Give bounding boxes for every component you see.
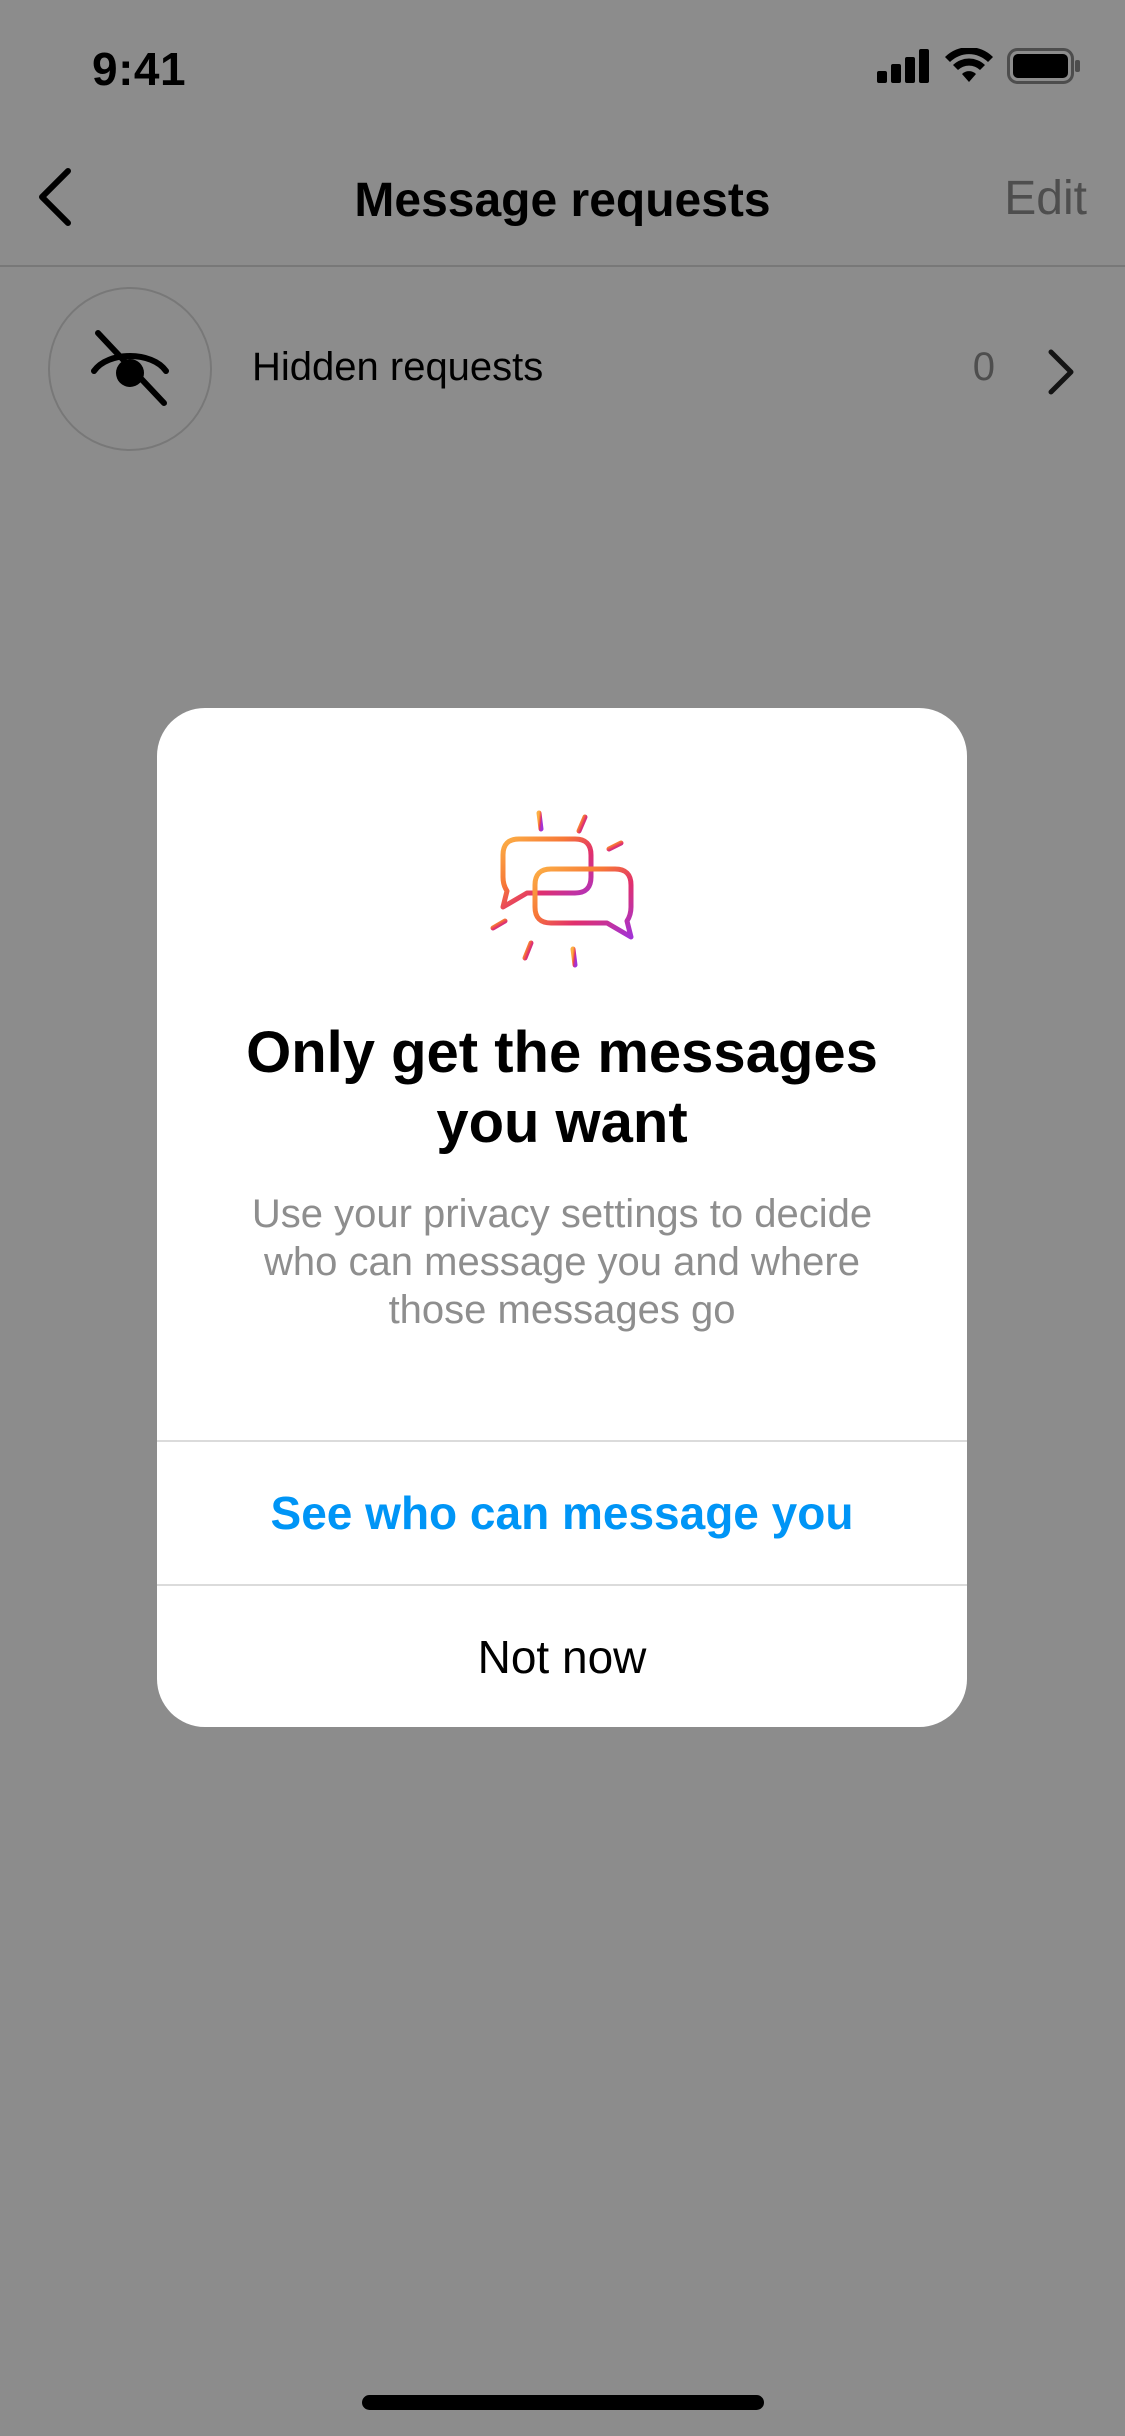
home-indicator[interactable]: [362, 2395, 764, 2410]
dialog-title: Only get the messages you want: [246, 1020, 878, 1155]
not-now-button[interactable]: Not now: [157, 1586, 967, 1727]
dialog-body: Use your privacy settings to decide who …: [251, 1192, 873, 1332]
privacy-dialog: Only get the messages you want Use your …: [157, 708, 967, 1727]
message-bubbles-icon: [157, 803, 967, 983]
see-who-can-message-button[interactable]: See who can message you: [157, 1442, 967, 1584]
